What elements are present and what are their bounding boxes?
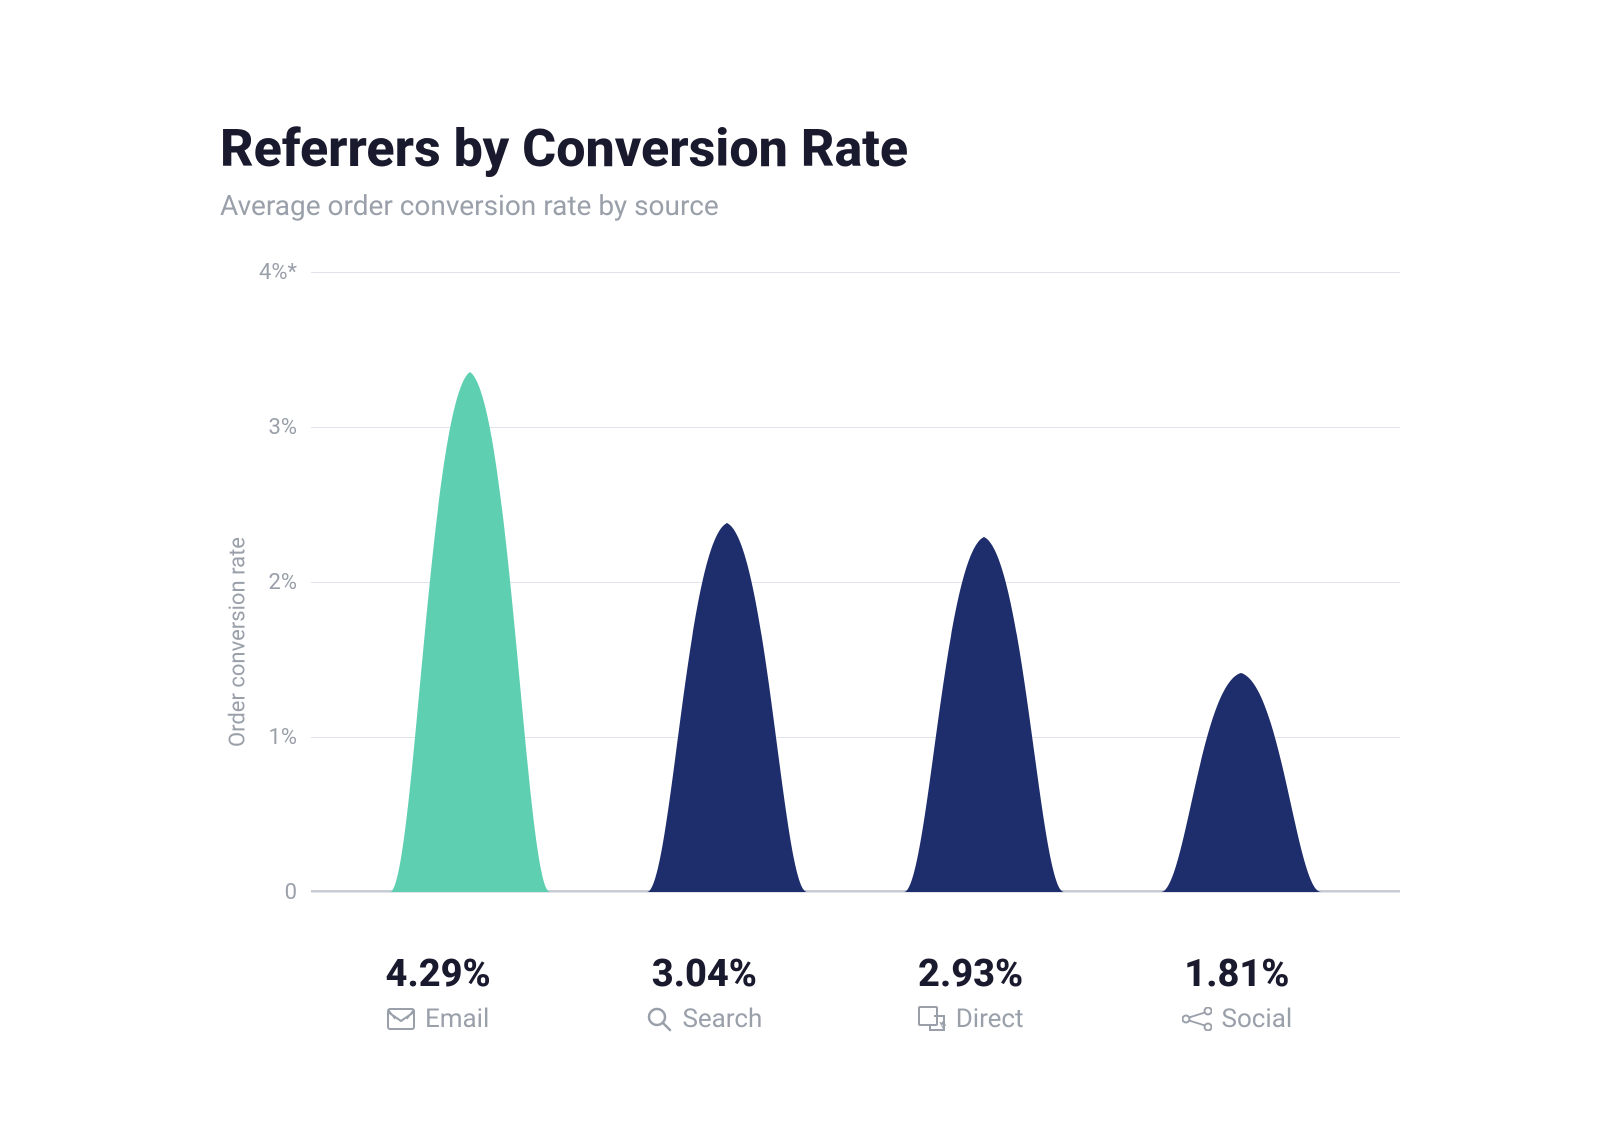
legend-item-search: 3.04% Search [571, 952, 837, 1034]
legend-label-row-search: Search [646, 1004, 762, 1034]
chart-area: Order conversion rate 4%*3%2%1%0 [220, 272, 1400, 952]
legend-value-search: 3.04% [652, 952, 757, 996]
social-icon [1182, 1007, 1212, 1031]
chart-subtitle: Average order conversion rate by source [220, 189, 1400, 222]
mountain-svg-direct [904, 537, 1064, 892]
chart-title: Referrers by Conversion Rate [220, 120, 1400, 177]
legend-label-row-social: Social [1182, 1004, 1293, 1034]
search-icon [646, 1006, 672, 1032]
legend-text-email: Email [425, 1004, 489, 1034]
mountain-svg-social [1161, 673, 1321, 892]
grid-line-row: 0 [311, 892, 1400, 893]
legend-value-email: 4.29% [386, 952, 491, 996]
mountain-svg-search [647, 523, 807, 892]
direct-icon [918, 1006, 946, 1032]
grid-label: 3% [256, 415, 311, 440]
chart-container: Referrers by Conversion Rate Average ord… [140, 60, 1460, 1080]
legend-value-direct: 2.93% [918, 952, 1023, 996]
y-axis-label: Order conversion rate [220, 272, 256, 952]
bar-col-email [341, 272, 598, 892]
mountain-svg-email [390, 372, 550, 892]
legend-label-row-direct: Direct [918, 1004, 1024, 1034]
legend-text-direct: Direct [956, 1004, 1024, 1034]
grid-label: 2% [256, 570, 311, 595]
bar-col-social [1113, 272, 1370, 892]
grid-label: 1% [256, 725, 311, 750]
bars-area [311, 272, 1400, 892]
legend-label-row-email: Email [387, 1004, 489, 1034]
legend-item-direct: 2.93% Direct [838, 952, 1104, 1034]
legend-value-social: 1.81% [1184, 952, 1289, 996]
legend-text-search: Search [682, 1004, 762, 1034]
legend-item-email: 4.29% Email [305, 952, 571, 1034]
legend-item-social: 1.81% Social [1104, 952, 1370, 1034]
bar-col-search [598, 272, 855, 892]
legend-text-social: Social [1222, 1004, 1293, 1034]
grid-label: 0 [256, 880, 311, 905]
grid-label: 4%* [256, 260, 311, 285]
bar-col-direct [856, 272, 1113, 892]
legend-area: 4.29% Email3.04% Search2.93% Direct1.81%… [275, 952, 1400, 1034]
grid-line [311, 892, 1400, 893]
email-icon [387, 1008, 415, 1030]
chart-inner: 4%*3%2%1%0 [256, 272, 1400, 952]
